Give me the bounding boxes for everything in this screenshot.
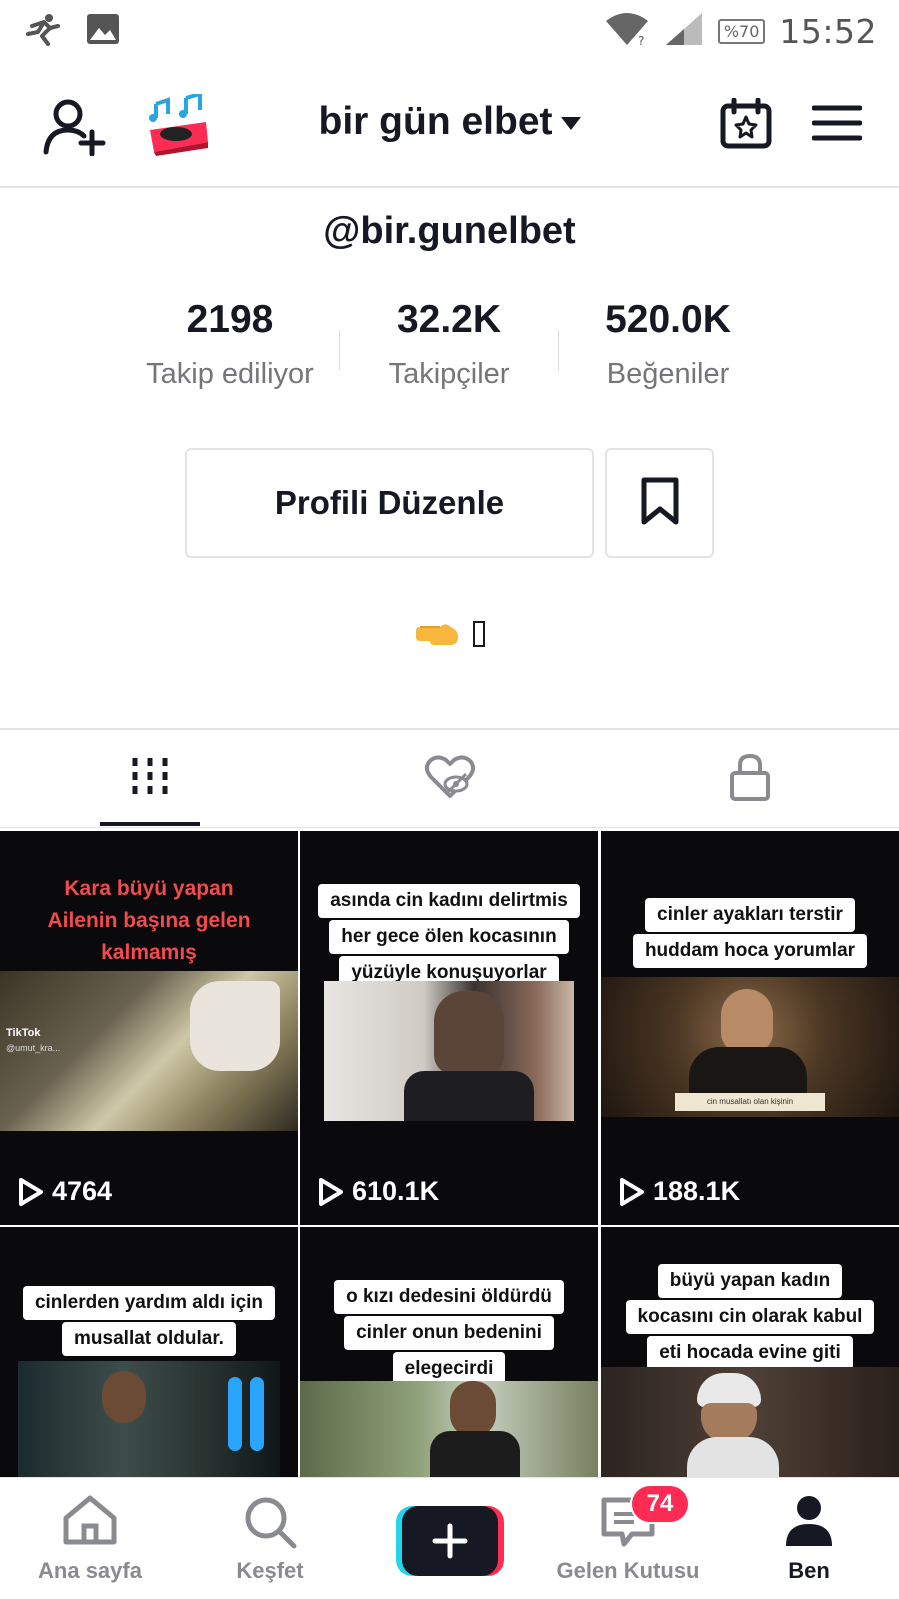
view-count: 4764 bbox=[18, 1176, 112, 1207]
menu-icon[interactable] bbox=[811, 104, 863, 147]
nav-me-label: Ben bbox=[788, 1558, 830, 1583]
face-shape bbox=[102, 1371, 146, 1423]
home-icon bbox=[60, 1494, 120, 1551]
video-caption: o kızı dedesini öldürdü cinler onun bede… bbox=[300, 1279, 598, 1387]
svg-text:?: ? bbox=[638, 34, 644, 47]
subtitle-strip: cin musallatı olan kişinin bbox=[675, 1093, 825, 1111]
status-bar: ? %70 15:52 bbox=[0, 0, 899, 62]
view-count: 188.1K bbox=[619, 1176, 740, 1207]
body-shape bbox=[404, 1071, 534, 1121]
stat-followers[interactable]: 32.2K Takipçiler bbox=[339, 298, 559, 391]
video-caption: büyü yapan kadın kocasını cin olarak kab… bbox=[601, 1263, 899, 1371]
video-thumbnail[interactable]: Kara büyü yapan Ailenin başına gelen kal… bbox=[0, 831, 298, 1225]
stat-divider bbox=[339, 330, 340, 370]
heart-hidden-icon bbox=[424, 754, 476, 805]
caret-down-icon bbox=[560, 117, 581, 131]
video-caption: asında cin kadını delirtmis her gece öle… bbox=[300, 883, 598, 991]
video-frame bbox=[601, 1367, 899, 1477]
tiktok-watermark: TikTok bbox=[6, 1027, 41, 1039]
nav-home-label: Ana sayfa bbox=[38, 1558, 142, 1583]
bookmark-icon bbox=[640, 477, 680, 530]
battery-indicator: %70 bbox=[717, 18, 766, 44]
video-caption: cinlerden yardım aldı için musallat oldu… bbox=[0, 1285, 298, 1357]
nav-discover-label: Keşfet bbox=[236, 1558, 304, 1583]
username-handle: @bir.gunelbet bbox=[323, 210, 576, 252]
lock-icon bbox=[729, 753, 771, 806]
stat-followers-label: Takipçiler bbox=[388, 358, 510, 390]
video-thumbnail[interactable]: cinler ayakları terstir huddam hoca yoru… bbox=[601, 831, 899, 1225]
create-video-button[interactable] bbox=[396, 1506, 504, 1576]
tiktok-user-watermark: @umut_kra... bbox=[6, 1043, 61, 1053]
face-shape bbox=[721, 989, 773, 1053]
bio-box-glyph bbox=[472, 621, 485, 648]
search-icon bbox=[242, 1494, 298, 1555]
turban-shape bbox=[697, 1373, 761, 1407]
stat-following-value: 2198 bbox=[186, 298, 274, 341]
video-thumbnail[interactable]: asında cin kadını delirtmis her gece öle… bbox=[300, 831, 598, 1225]
wifi-icon: ? bbox=[604, 11, 650, 52]
running-figure-icon bbox=[22, 12, 62, 51]
signal-icon bbox=[664, 11, 704, 52]
inbox-badge: 74 bbox=[630, 1484, 690, 1524]
profile-name: bir gün elbet bbox=[318, 100, 553, 143]
plus-icon bbox=[432, 1523, 468, 1559]
play-icon bbox=[19, 1177, 43, 1206]
stat-divider bbox=[558, 330, 559, 370]
tab-private[interactable] bbox=[600, 730, 899, 828]
active-tab-indicator bbox=[100, 822, 200, 826]
video-frame bbox=[324, 981, 574, 1121]
stat-followers-value: 32.2K bbox=[396, 298, 502, 341]
stat-likes-label: Beğeniler bbox=[606, 358, 730, 390]
play-icon bbox=[319, 1177, 343, 1206]
tab-liked[interactable] bbox=[300, 730, 600, 828]
face-shape bbox=[450, 1381, 496, 1437]
nav-inbox[interactable]: Gelen Kutusu bbox=[538, 1478, 718, 1599]
view-count: 610.1K bbox=[318, 1176, 439, 1207]
view-count-text: 610.1K bbox=[352, 1176, 440, 1206]
bio-text bbox=[0, 616, 899, 650]
video-thumbnail[interactable]: cinlerden yardım aldı için musallat oldu… bbox=[0, 1227, 298, 1477]
play-icon bbox=[620, 1177, 644, 1206]
edit-profile-button[interactable]: Profili Düzenle bbox=[185, 448, 594, 558]
video-frame bbox=[18, 1361, 280, 1477]
view-count-text: 4764 bbox=[52, 1176, 113, 1206]
body-shape bbox=[430, 1431, 520, 1477]
video-frame: TikTok @umut_kra... bbox=[0, 971, 298, 1131]
clock: 15:52 bbox=[779, 11, 877, 51]
profile-stats: 2198 Takip ediliyor 32.2K Takipçiler 520… bbox=[0, 298, 899, 408]
profile-tabs bbox=[0, 728, 899, 828]
bottom-navigation: Ana sayfa Keşfet Gelen Kutusu 74 Ben bbox=[0, 1477, 899, 1599]
stat-following-label: Takip ediliyor bbox=[146, 358, 314, 390]
video-caption: cinler ayakları terstir huddam hoca yoru… bbox=[601, 897, 899, 969]
light-bar bbox=[250, 1377, 264, 1451]
video-grid: Kara büyü yapan Ailenin başına gelen kal… bbox=[0, 831, 899, 1477]
video-frame bbox=[300, 1381, 598, 1477]
video-frame: cin musallatı olan kişinin bbox=[601, 977, 899, 1117]
body-shape bbox=[687, 1437, 779, 1477]
stat-likes-value: 520.0K bbox=[605, 298, 731, 341]
video-thumbnail[interactable]: o kızı dedesini öldürdü cinler onun bede… bbox=[300, 1227, 598, 1477]
video-thumbnail[interactable]: büyü yapan kadın kocasını cin olarak kab… bbox=[601, 1227, 899, 1477]
hand-shape bbox=[190, 981, 280, 1071]
grid-videos-icon bbox=[130, 756, 170, 803]
calendar-star-icon[interactable] bbox=[720, 97, 772, 155]
nav-home[interactable]: Ana sayfa bbox=[0, 1478, 180, 1599]
stat-likes[interactable]: 520.0K Beğeniler bbox=[558, 298, 778, 391]
video-caption: Kara büyü yapan Ailenin başına gelen kal… bbox=[47, 877, 251, 964]
nav-discover[interactable]: Keşfet bbox=[180, 1478, 360, 1599]
pointing-hand-icon bbox=[414, 616, 470, 649]
light-bar bbox=[228, 1377, 242, 1451]
nav-me[interactable]: Ben bbox=[719, 1478, 899, 1599]
favorites-button[interactable] bbox=[605, 448, 714, 558]
view-count-text: 188.1K bbox=[653, 1176, 741, 1206]
profile-icon bbox=[784, 1494, 834, 1553]
stat-following[interactable]: 2198 Takip ediliyor bbox=[120, 298, 340, 391]
tab-videos[interactable] bbox=[0, 730, 300, 828]
face-shape bbox=[434, 991, 504, 1075]
profile-header: bir gün elbet bbox=[0, 64, 899, 188]
nav-inbox-label: Gelen Kutusu bbox=[556, 1558, 700, 1583]
gallery-icon bbox=[86, 13, 120, 50]
